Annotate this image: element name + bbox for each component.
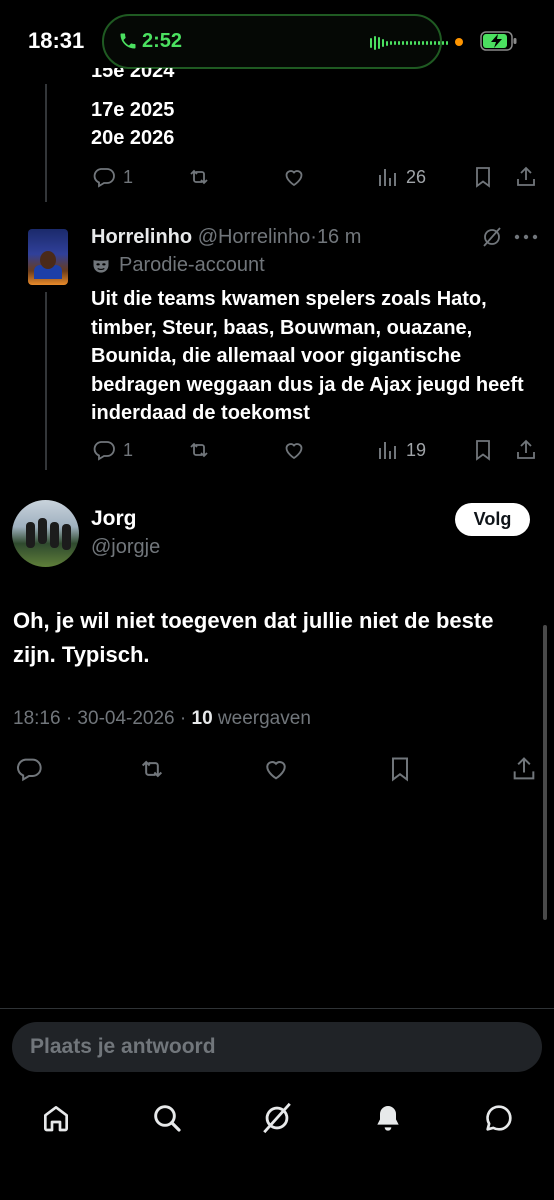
nav-search[interactable] bbox=[149, 1100, 185, 1136]
meta-separator: · bbox=[310, 226, 317, 248]
author-name[interactable]: Jorg bbox=[91, 507, 137, 531]
reply-icon bbox=[93, 168, 115, 188]
search-icon bbox=[154, 1105, 181, 1132]
bookmark-icon bbox=[392, 757, 408, 782]
views-label: weergaven bbox=[212, 708, 311, 729]
previous-tweet-actions: 1 26 bbox=[91, 165, 541, 191]
main-tweet-actions bbox=[0, 755, 554, 785]
author-name[interactable]: Horrelinho bbox=[91, 226, 192, 248]
share-button[interactable] bbox=[514, 438, 538, 462]
author-handle[interactable]: @Horrelinho bbox=[198, 226, 311, 248]
reply-icon bbox=[17, 758, 42, 782]
reply-button[interactable]: 1 bbox=[91, 165, 133, 189]
reply-count: 1 bbox=[123, 439, 134, 460]
repost-icon bbox=[190, 442, 208, 458]
share-icon bbox=[513, 757, 535, 780]
nav-home[interactable] bbox=[38, 1100, 74, 1136]
reply-button[interactable]: 1 bbox=[91, 438, 133, 462]
audio-waveform-icon bbox=[370, 36, 448, 50]
like-button[interactable] bbox=[281, 438, 307, 462]
nav-grok[interactable] bbox=[259, 1100, 295, 1136]
analytics-icon bbox=[379, 442, 396, 459]
phone-icon bbox=[120, 33, 136, 49]
bookmark-icon bbox=[476, 440, 490, 461]
notifications-icon bbox=[377, 1106, 399, 1131]
repost-icon bbox=[141, 760, 163, 778]
thread-tweet-actions: 1 19 bbox=[91, 438, 541, 464]
bookmark-icon bbox=[476, 167, 490, 188]
parody-badge: Parodie-account bbox=[91, 254, 265, 277]
parody-label: Parodie-account bbox=[119, 254, 265, 276]
previous-tweet-line: 17e 2025 bbox=[91, 99, 175, 121]
repost-icon bbox=[190, 169, 208, 185]
heart-icon bbox=[285, 170, 303, 187]
tweet-text: Oh, je wil niet toegeven dat jullie niet… bbox=[13, 608, 494, 667]
tweet-meta: 18:16 · 30-04-2026 · 10 weergaven bbox=[13, 708, 311, 730]
follow-button[interactable]: Volg bbox=[455, 503, 530, 536]
home-icon bbox=[44, 1106, 68, 1132]
tweet-timestamp: 18:16 · 30-04-2026 · bbox=[13, 708, 192, 729]
share-button[interactable] bbox=[510, 755, 538, 783]
repost-button[interactable] bbox=[186, 165, 212, 189]
bookmark-button[interactable] bbox=[471, 165, 495, 189]
repost-button[interactable] bbox=[186, 438, 212, 462]
share-button[interactable] bbox=[514, 165, 538, 189]
avatar[interactable] bbox=[28, 229, 68, 285]
mic-indicator-dot bbox=[455, 38, 463, 46]
tweet-text: Uit die teams kwamen spelers zoals Hato,… bbox=[91, 288, 524, 424]
views-count: 19 bbox=[406, 439, 427, 460]
thread-connector-line bbox=[45, 84, 47, 202]
share-icon bbox=[517, 166, 535, 186]
like-button[interactable] bbox=[261, 755, 291, 783]
status-time: 18:31 bbox=[28, 28, 85, 53]
share-icon bbox=[517, 439, 535, 459]
reply-input[interactable] bbox=[12, 1022, 542, 1072]
battery-charging-icon bbox=[480, 31, 517, 51]
author-handle[interactable]: @jorgje bbox=[91, 536, 160, 559]
reply-icon bbox=[93, 441, 115, 461]
mask-icon bbox=[93, 259, 109, 273]
messages-icon bbox=[486, 1105, 512, 1131]
grok-icon[interactable] bbox=[480, 225, 504, 249]
heart-icon bbox=[266, 761, 286, 780]
views-count: 26 bbox=[406, 166, 427, 187]
dynamic-island-call[interactable]: 2:52 bbox=[102, 14, 448, 69]
analytics-icon bbox=[379, 169, 396, 186]
repost-button[interactable] bbox=[137, 755, 167, 783]
reply-box bbox=[12, 1022, 542, 1072]
avatar[interactable] bbox=[12, 500, 79, 567]
nav-messages[interactable] bbox=[481, 1100, 517, 1136]
views-button[interactable]: 19 bbox=[376, 438, 426, 462]
thread-connector-line bbox=[45, 292, 47, 470]
previous-tweet-line: 20e 2026 bbox=[91, 127, 175, 149]
bottom-nav bbox=[0, 1092, 554, 1142]
views-count: 10 bbox=[191, 708, 213, 729]
grok-icon bbox=[263, 1102, 291, 1134]
divider bbox=[0, 1008, 554, 1009]
reply-button[interactable] bbox=[15, 755, 43, 783]
views-button[interactable]: 26 bbox=[376, 165, 426, 189]
previous-tweet-partial-line: 15e 2024 bbox=[91, 68, 175, 82]
reply-count: 1 bbox=[123, 166, 134, 187]
like-button[interactable] bbox=[281, 165, 307, 189]
more-options-icon[interactable] bbox=[514, 234, 538, 240]
nav-notifications[interactable] bbox=[370, 1100, 406, 1136]
heart-icon bbox=[285, 443, 303, 460]
bookmark-button[interactable] bbox=[386, 755, 414, 783]
bookmark-button[interactable] bbox=[471, 438, 495, 462]
call-duration: 2:52 bbox=[142, 30, 183, 52]
tweet-header: Horrelinho @Horrelinho·16 m bbox=[91, 224, 361, 250]
scrollbar[interactable] bbox=[543, 625, 547, 920]
tweet-time: 16 m bbox=[316, 226, 362, 248]
